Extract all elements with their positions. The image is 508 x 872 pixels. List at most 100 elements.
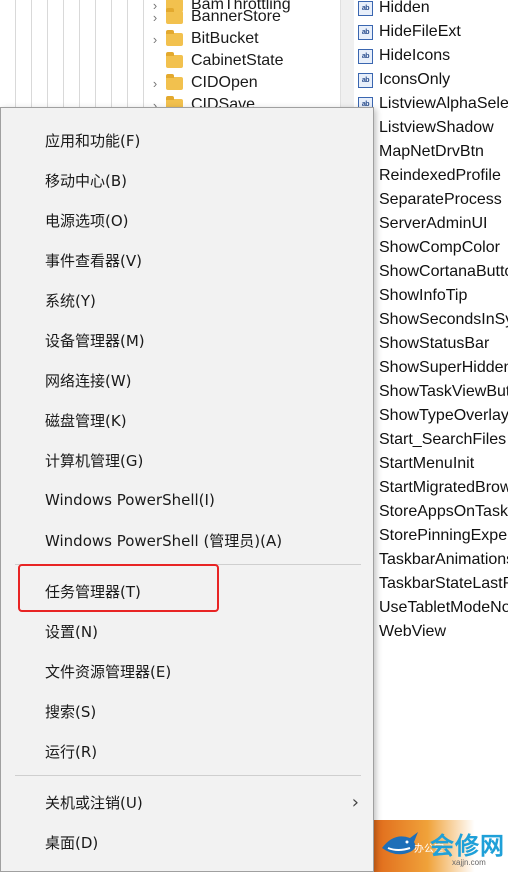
registry-value-row[interactable]: abUseTabletModeNotification: [354, 596, 508, 620]
registry-value-name: ShowInfoTip: [379, 287, 468, 304]
menu-item-label: 运行(R): [45, 742, 98, 761]
folder-icon: [166, 7, 183, 24]
menu-item-label: 搜索(S): [45, 702, 97, 721]
menu-item-label: 网络连接(W): [45, 371, 132, 390]
chevron-right-icon: ›: [351, 792, 359, 813]
registry-value-name: StartMigratedBrowserPin: [379, 479, 508, 496]
registry-value-name: ServerAdminUI: [379, 215, 488, 232]
menu-item-powershell[interactable]: Windows PowerShell(I): [1, 480, 373, 520]
registry-value-row[interactable]: abStorePinningExperience: [354, 524, 508, 548]
registry-value-row[interactable]: abShowCortanaButton: [354, 260, 508, 284]
registry-value-name: ReindexedProfile: [379, 167, 501, 184]
task-manager-highlight: [18, 564, 219, 612]
registry-value-row[interactable]: abTaskbarAnimations: [354, 548, 508, 572]
watermark-text: 会修网: [430, 833, 505, 860]
menu-item-system[interactable]: 系统(Y): [1, 280, 373, 320]
registry-value-name: ShowTypeOverlay: [379, 407, 508, 424]
menu-item-powershell-admin[interactable]: Windows PowerShell (管理员)(A): [1, 520, 373, 560]
registry-value-row[interactable]: abShowStatusBar: [354, 332, 489, 356]
expand-arrow-icon[interactable]: ›: [148, 10, 162, 25]
menu-item-settings[interactable]: 设置(N): [1, 611, 373, 651]
menu-item-desktop[interactable]: 桌面(D): [1, 822, 373, 862]
menu-item-label: 计算机管理(G): [45, 451, 144, 470]
tree-item-label: BitBucket: [191, 30, 259, 47]
tree-item-label: CIDOpen: [191, 74, 258, 91]
menu-item-file-explorer[interactable]: 文件资源管理器(E): [1, 651, 373, 691]
menu-item-search[interactable]: 搜索(S): [1, 691, 373, 731]
menu-separator: [15, 775, 361, 776]
registry-value-row[interactable]: abShowSecondsInSystemClock: [354, 308, 508, 332]
menu-item-computer-management[interactable]: 计算机管理(G): [1, 440, 373, 480]
expand-arrow-icon[interactable]: ›: [148, 76, 162, 91]
registry-value-name: ShowCortanaButton: [379, 263, 508, 280]
registry-value-row[interactable]: abShowTypeOverlay: [354, 404, 508, 428]
registry-value-row[interactable]: abStartMigratedBrowserPin: [354, 476, 508, 500]
menu-item-label: 移动中心(B): [45, 171, 127, 190]
menu-item-mobility-center[interactable]: 移动中心(B): [1, 160, 373, 200]
registry-value-row[interactable]: abReindexedProfile: [354, 164, 501, 188]
registry-value-row[interactable]: abServerAdminUI: [354, 212, 487, 236]
registry-value-row[interactable]: abShowTaskViewButton: [354, 380, 508, 404]
registry-value-row[interactable]: abSeparateProcess: [354, 188, 502, 212]
registry-value-row[interactable]: abShowSuperHidden: [354, 356, 508, 380]
registry-value-name: StorePinningExperience: [379, 527, 508, 544]
tree-item[interactable]: › BitBucket: [148, 28, 259, 50]
registry-value-name: SeparateProcess: [379, 191, 502, 208]
registry-value-row[interactable]: abShowCompColor: [354, 236, 500, 260]
registry-value-name: HideIcons: [379, 47, 451, 64]
registry-value-name: IconsOnly: [379, 71, 451, 88]
registry-value-row[interactable]: ab HideFileExt: [354, 20, 461, 44]
menu-item-network-connections[interactable]: 网络连接(W): [1, 360, 373, 400]
tree-item[interactable]: CabinetState: [148, 50, 284, 72]
registry-value-row[interactable]: abTaskbarStateLastRun: [354, 572, 508, 596]
menu-item-shutdown-signout[interactable]: 关机或注销(U) ›: [1, 782, 373, 822]
menu-item-apps-features[interactable]: 应用和功能(F): [1, 120, 373, 160]
registry-value-name: HideFileExt: [379, 23, 461, 40]
menu-item-label: 设备管理器(M): [45, 331, 145, 350]
tree-item[interactable]: › BannerStore: [148, 6, 281, 28]
menu-item-event-viewer[interactable]: 事件查看器(V): [1, 240, 373, 280]
menu-item-label: 文件资源管理器(E): [45, 662, 172, 681]
tree-item[interactable]: › CIDOpen: [148, 72, 258, 94]
registry-value-row[interactable]: ab HideIcons: [354, 44, 450, 68]
registry-value-row[interactable]: abStoreAppsOnTaskbar: [354, 500, 508, 524]
menu-item-label: 桌面(D): [45, 833, 99, 852]
registry-value-row[interactable]: ab Hidden: [354, 0, 430, 20]
menu-item-label: 事件查看器(V): [45, 251, 142, 270]
reg-dword-icon: ab: [358, 72, 373, 88]
registry-value-row[interactable]: ab IconsOnly: [354, 68, 450, 92]
menu-item-disk-management[interactable]: 磁盘管理(K): [1, 400, 373, 440]
reg-dword-icon: ab: [358, 0, 373, 16]
menu-item-label: 磁盘管理(K): [45, 411, 127, 430]
registry-value-name: MapNetDrvBtn: [379, 143, 484, 160]
registry-value-name: Hidden: [379, 0, 430, 16]
tree-guide-lines: [0, 0, 150, 120]
folder-icon: [166, 51, 183, 68]
folder-icon: [166, 29, 183, 46]
registry-value-name: StoreAppsOnTaskbar: [379, 503, 508, 520]
folder-icon: [166, 73, 183, 90]
registry-value-name: ShowStatusBar: [379, 335, 490, 352]
registry-value-row[interactable]: ab ListviewAlphaSelect: [354, 92, 508, 116]
watermark-url: xajjn.com: [452, 858, 486, 867]
reg-dword-icon: ab: [358, 48, 373, 64]
registry-value-name: WebView: [379, 623, 446, 640]
registry-value-name: Start_SearchFiles: [379, 431, 507, 448]
registry-value-name: UseTabletModeNotification: [379, 599, 508, 616]
registry-value-name: ShowSuperHidden: [379, 359, 508, 376]
registry-values-pane: ab Hidden ab HideFileExt ab HideIcons ab IconsO…: [354, 0, 508, 872]
registry-value-name: ShowSecondsInSystemClock: [379, 311, 508, 328]
menu-item-label: 系统(Y): [45, 291, 96, 310]
expand-arrow-icon[interactable]: ›: [148, 32, 162, 47]
menu-item-label: 关机或注销(U): [45, 793, 143, 812]
menu-item-label: 电源选项(O): [45, 211, 129, 230]
menu-item-device-manager[interactable]: 设备管理器(M): [1, 320, 373, 360]
menu-item-run[interactable]: 运行(R): [1, 731, 373, 771]
registry-value-name: TaskbarStateLastRun: [379, 575, 508, 592]
tree-item-label: BannerStore: [191, 8, 281, 25]
registry-value-row[interactable]: abStart_SearchFiles: [354, 428, 506, 452]
registry-value-name: ListviewAlphaSelect: [379, 95, 508, 112]
registry-value-name: ShowCompColor: [379, 239, 500, 256]
registry-value-row[interactable]: abListviewShadow: [354, 116, 494, 140]
menu-item-power-options[interactable]: 电源选项(O): [1, 200, 373, 240]
